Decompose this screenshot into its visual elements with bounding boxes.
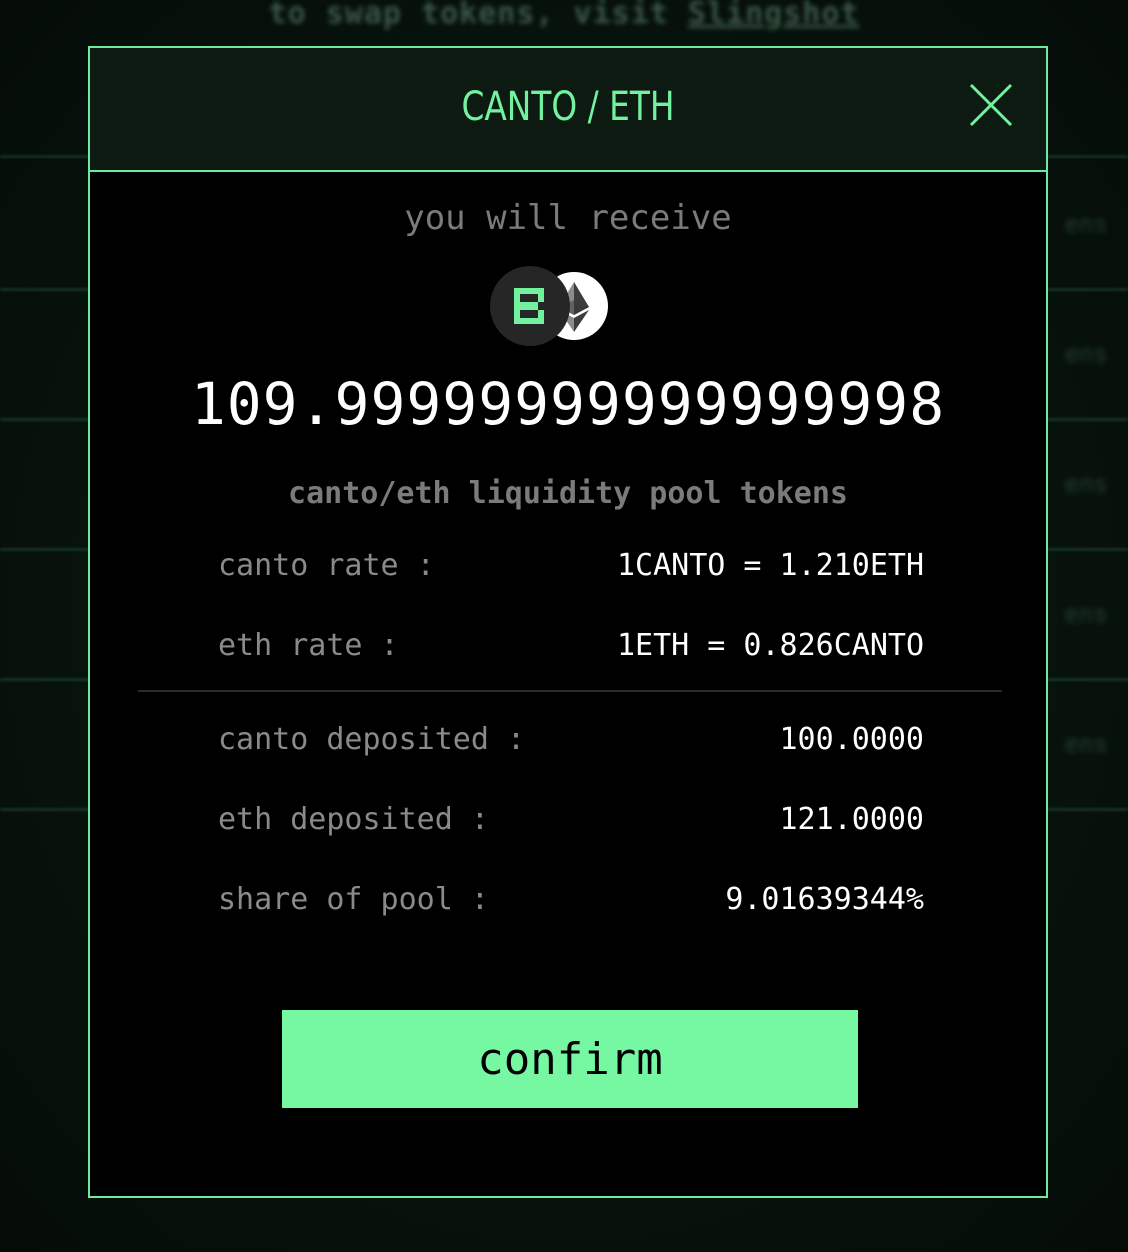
canto-rate-value: 1CANTO = 1.210ETH [616, 548, 924, 583]
section-divider [138, 690, 1002, 692]
canto-deposited-row: canto deposited : 100.0000 [218, 722, 924, 762]
confirm-button[interactable]: confirm [282, 1010, 858, 1108]
canto-deposited-label: canto deposited : [218, 722, 526, 757]
receive-amount: 109.99999999999999998 [190, 370, 946, 438]
token-pair-icons [490, 266, 620, 348]
eth-rate-label: eth rate : [218, 628, 399, 663]
receive-label: you will receive [404, 198, 732, 238]
canto-rate-row: canto rate : 1CANTO = 1.210ETH [218, 548, 924, 588]
background-notice-text: to swap tokens, visit [268, 0, 669, 31]
canto-deposited-value: 100.0000 [779, 722, 925, 757]
background-row-text: ens [1064, 210, 1108, 238]
add-liquidity-modal: CANTO / ETH you will receive 109.9999999… [88, 46, 1048, 1198]
slingshot-link[interactable]: Slingshot [688, 0, 860, 31]
pool-share-row: share of pool : 9.01639344% [218, 882, 924, 922]
canto-icon [490, 266, 570, 346]
eth-deposited-label: eth deposited : [218, 802, 489, 837]
eth-deposited-value: 121.0000 [779, 802, 925, 837]
background-notice: to swap tokens, visit Slingshot [0, 0, 1128, 31]
background-row-text: ens [1064, 340, 1108, 368]
background-row-text: ens [1064, 600, 1108, 628]
pool-token-label: canto/eth liquidity pool tokens [288, 476, 848, 511]
eth-rate-row: eth rate : 1ETH = 0.826CANTO [218, 628, 924, 668]
modal-header: CANTO / ETH [90, 48, 1046, 172]
close-icon[interactable] [968, 82, 1014, 128]
eth-deposited-row: eth deposited : 121.0000 [218, 802, 924, 842]
pool-share-value: 9.01639344% [725, 882, 924, 917]
pool-share-label: share of pool : [218, 882, 489, 917]
eth-rate-value: 1ETH = 0.826CANTO [616, 628, 924, 663]
background-row-text: ens [1064, 730, 1108, 758]
canto-rate-label: canto rate : [218, 548, 435, 583]
background-row-text: ens [1064, 470, 1108, 498]
modal-title: CANTO / ETH [461, 84, 675, 130]
